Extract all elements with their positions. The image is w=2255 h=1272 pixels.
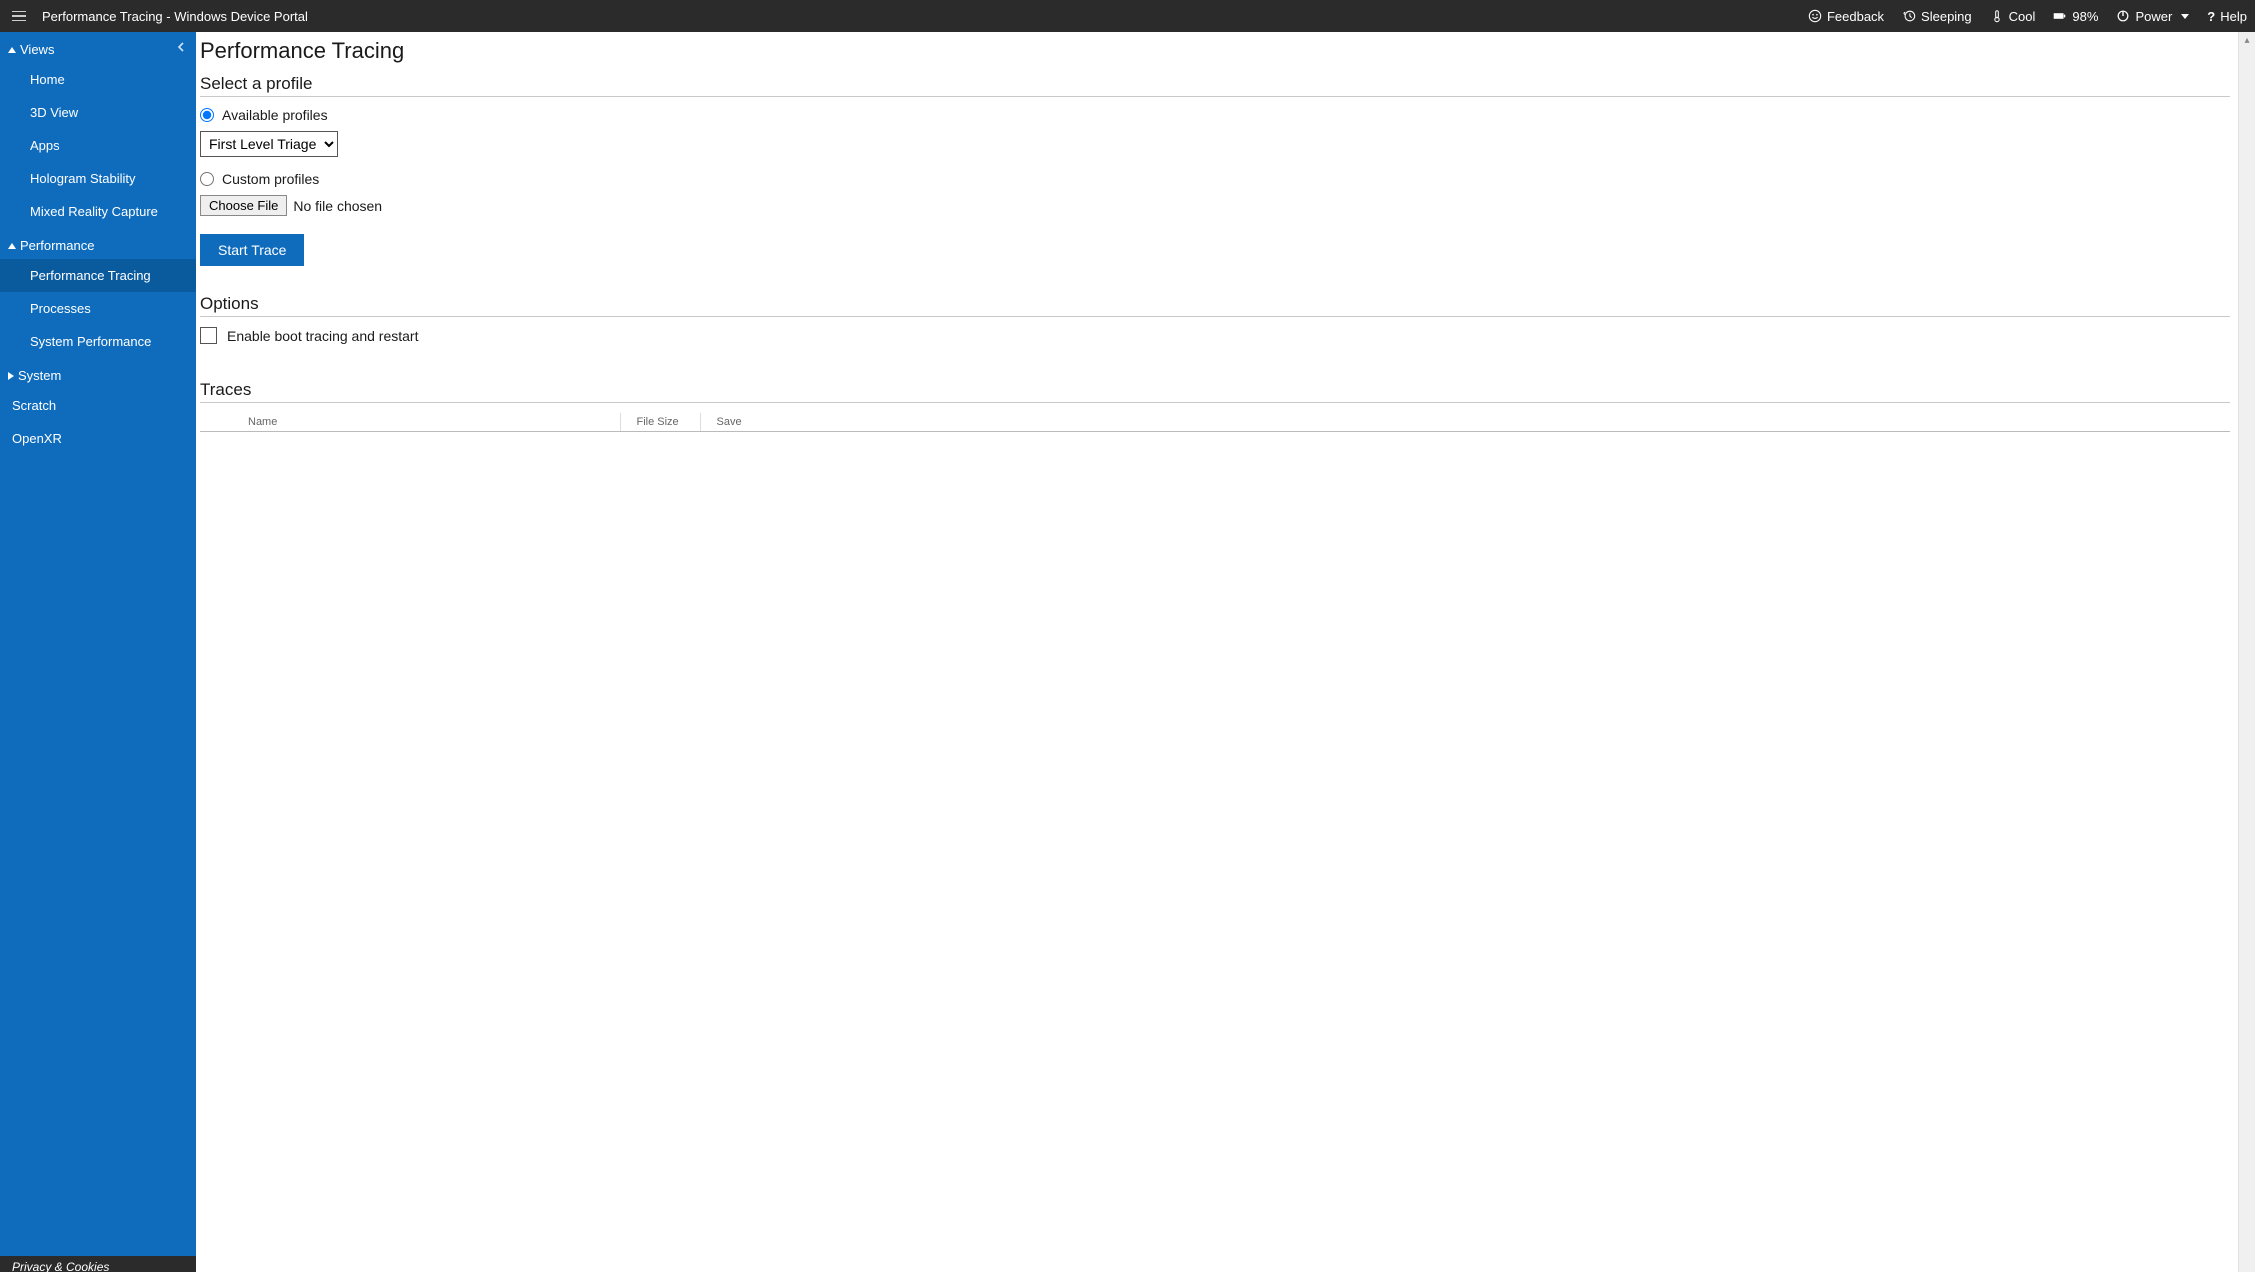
sidebar-item-performance-tracing[interactable]: Performance Tracing <box>0 259 196 292</box>
chevron-down-icon <box>2181 14 2189 19</box>
traces-col-name[interactable]: Name <box>200 413 620 432</box>
traces-col-save[interactable]: Save <box>700 413 2230 432</box>
nav-section-views[interactable]: Views <box>0 32 196 63</box>
available-profiles-label: Available profiles <box>222 107 328 123</box>
profile-select[interactable]: First Level Triage <box>200 131 338 157</box>
section-options: Options <box>200 294 2230 317</box>
privacy-cookies-link[interactable]: Privacy & Cookies <box>0 1256 196 1272</box>
sidebar-collapse-button[interactable] <box>172 38 190 56</box>
sleeping-status[interactable]: Sleeping <box>1902 9 1972 24</box>
triangle-up-icon <box>8 47 16 53</box>
sidebar-item-system-performance[interactable]: System Performance <box>0 325 196 358</box>
feedback-label: Feedback <box>1827 9 1884 24</box>
sidebar-item-processes[interactable]: Processes <box>0 292 196 325</box>
available-profiles-radio-input[interactable] <box>200 108 214 122</box>
feedback-button[interactable]: Feedback <box>1808 9 1884 24</box>
window-title: Performance Tracing - Windows Device Por… <box>42 9 308 24</box>
battery-label: 98% <box>2072 9 2098 24</box>
start-trace-button[interactable]: Start Trace <box>200 234 304 266</box>
scroll-up-arrow-icon[interactable]: ▴ <box>2239 32 2255 49</box>
enable-boot-tracing-checkbox[interactable]: Enable boot tracing and restart <box>200 327 2230 344</box>
nav-section-performance[interactable]: Performance <box>0 228 196 259</box>
sidebar-item-openxr[interactable]: OpenXR <box>0 422 196 455</box>
sidebar-item-mixed-reality-capture[interactable]: Mixed Reality Capture <box>0 195 196 228</box>
thermometer-icon <box>1990 9 2004 23</box>
custom-profiles-radio-input[interactable] <box>200 172 214 186</box>
available-profiles-radio[interactable]: Available profiles <box>200 107 2230 123</box>
power-menu[interactable]: Power <box>2116 9 2189 24</box>
sidebar-item-scratch[interactable]: Scratch <box>0 389 196 422</box>
sidebar: Views Home 3D View Apps Hologram Stabili… <box>0 32 196 1272</box>
traces-table: Name File Size Save <box>200 413 2230 432</box>
sleeping-label: Sleeping <box>1921 9 1972 24</box>
question-icon: ? <box>2207 9 2215 24</box>
checkbox-box[interactable] <box>200 327 217 344</box>
power-icon <box>2116 9 2130 23</box>
enable-boot-label: Enable boot tracing and restart <box>227 328 418 344</box>
custom-profiles-radio[interactable]: Custom profiles <box>200 171 2230 187</box>
nav-section-performance-label: Performance <box>20 238 94 253</box>
nav-section-system[interactable]: System <box>0 358 196 389</box>
content-pane: Performance Tracing Select a profile Ava… <box>196 32 2238 1272</box>
topbar: Performance Tracing - Windows Device Por… <box>0 0 2255 32</box>
section-traces: Traces <box>200 380 2230 403</box>
sidebar-item-apps[interactable]: Apps <box>0 129 196 162</box>
help-label: Help <box>2220 9 2247 24</box>
nav-section-system-label: System <box>18 368 61 383</box>
no-file-chosen-label: No file chosen <box>293 198 382 214</box>
vertical-scrollbar[interactable]: ▴ <box>2238 32 2255 1272</box>
section-select-profile: Select a profile <box>200 74 2230 97</box>
temperature-status[interactable]: Cool <box>1990 9 2036 24</box>
nav-section-views-label: Views <box>20 42 54 57</box>
choose-file-button[interactable]: Choose File <box>200 195 287 216</box>
battery-icon <box>2053 9 2067 23</box>
page-title: Performance Tracing <box>200 38 2230 64</box>
chevron-left-icon <box>176 42 186 52</box>
power-label: Power <box>2135 9 2172 24</box>
traces-col-file-size[interactable]: File Size <box>620 413 700 432</box>
history-icon <box>1902 9 1916 23</box>
help-button[interactable]: ? Help <box>2207 9 2247 24</box>
hamburger-icon[interactable] <box>8 4 32 28</box>
sidebar-item-home[interactable]: Home <box>0 63 196 96</box>
battery-status[interactable]: 98% <box>2053 9 2098 24</box>
triangle-right-icon <box>8 372 14 380</box>
triangle-up-icon <box>8 243 16 249</box>
custom-profiles-label: Custom profiles <box>222 171 319 187</box>
sidebar-item-3d-view[interactable]: 3D View <box>0 96 196 129</box>
sidebar-item-hologram-stability[interactable]: Hologram Stability <box>0 162 196 195</box>
smile-icon <box>1808 9 1822 23</box>
cool-label: Cool <box>2009 9 2036 24</box>
